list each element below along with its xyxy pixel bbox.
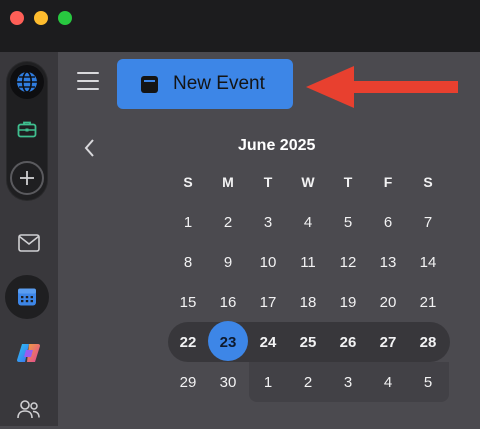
day-cell[interactable]: 1	[248, 362, 288, 402]
day-cell[interactable]: 9	[208, 242, 248, 282]
calendar-nav-button[interactable]	[5, 275, 49, 319]
app-sidebar-rail	[0, 52, 58, 426]
copilot-icon	[17, 344, 40, 362]
day-cell[interactable]: 8	[168, 242, 208, 282]
day-cell[interactable]: 5	[408, 362, 448, 402]
window-titlebar	[0, 0, 480, 52]
month-title: June 2025	[238, 137, 316, 154]
weekday-header: M	[222, 174, 234, 190]
day-cell[interactable]: 4	[368, 362, 408, 402]
hamburger-line	[77, 88, 99, 90]
day-cell[interactable]: 2	[288, 362, 328, 402]
add-account-button[interactable]	[10, 161, 44, 195]
globe-account-button[interactable]	[10, 65, 44, 99]
hamburger-menu-button[interactable]	[77, 72, 99, 92]
day-cell[interactable]: 30	[208, 362, 248, 402]
people-nav-button[interactable]	[9, 389, 49, 429]
day-cell[interactable]: 1	[168, 202, 208, 242]
day-cell[interactable]: 14	[408, 242, 448, 282]
weekday-header: S	[423, 174, 433, 190]
work-account-button[interactable]	[12, 114, 42, 144]
weekday-header: W	[301, 174, 315, 190]
day-cell[interactable]: 11	[288, 242, 328, 282]
calendar-icon	[141, 75, 158, 93]
day-cell[interactable]: 16	[208, 282, 248, 322]
day-cell[interactable]: 26	[328, 322, 368, 362]
day-cell[interactable]: 18	[288, 282, 328, 322]
weekday-header: T	[263, 174, 273, 190]
day-cell[interactable]: 6	[368, 202, 408, 242]
day-cell[interactable]: 3	[248, 202, 288, 242]
day-cell[interactable]: 24	[248, 322, 288, 362]
day-cell[interactable]: 28	[408, 322, 448, 362]
hamburger-line	[77, 72, 99, 74]
day-cell[interactable]: 10	[248, 242, 288, 282]
day-cell[interactable]: 29	[168, 362, 208, 402]
globe-icon	[17, 71, 37, 93]
day-cell[interactable]: 25	[288, 322, 328, 362]
day-cell[interactable]: 15	[168, 282, 208, 322]
close-window-button[interactable]	[10, 11, 24, 25]
today-day-cell[interactable]: 23	[208, 322, 248, 362]
hamburger-line	[77, 80, 99, 82]
weekday-header: S	[183, 174, 193, 190]
day-cell[interactable]: 7	[408, 202, 448, 242]
new-event-label: New Event	[173, 73, 265, 94]
mail-nav-button[interactable]	[9, 223, 49, 263]
minimize-window-button[interactable]	[34, 11, 48, 25]
red-arrow-annotation	[306, 66, 458, 108]
plus-icon	[20, 171, 34, 185]
day-cell[interactable]: 17	[248, 282, 288, 322]
day-cell[interactable]: 27	[368, 322, 408, 362]
day-cell[interactable]: 13	[368, 242, 408, 282]
day-cell[interactable]: 4	[288, 202, 328, 242]
briefcase-icon	[17, 121, 37, 138]
day-cell[interactable]: 22	[168, 322, 208, 362]
previous-month-button[interactable]	[80, 137, 100, 159]
copilot-nav-button[interactable]	[9, 333, 49, 373]
account-switcher	[7, 62, 47, 200]
zoom-window-button[interactable]	[58, 11, 72, 25]
day-cell[interactable]: 20	[368, 282, 408, 322]
calendar-icon	[18, 288, 36, 306]
day-cell[interactable]: 21	[408, 282, 448, 322]
day-cell[interactable]: 2	[208, 202, 248, 242]
new-event-button[interactable]: New Event	[117, 59, 293, 109]
day-cell[interactable]: 5	[328, 202, 368, 242]
day-cell[interactable]: 19	[328, 282, 368, 322]
weekday-header: T	[343, 174, 353, 190]
day-cell[interactable]: 3	[328, 362, 368, 402]
mail-icon	[18, 234, 40, 252]
chevron-left-icon	[84, 139, 94, 157]
day-cell[interactable]: 12	[328, 242, 368, 282]
people-icon	[17, 400, 40, 419]
weekday-header: F	[383, 174, 393, 190]
